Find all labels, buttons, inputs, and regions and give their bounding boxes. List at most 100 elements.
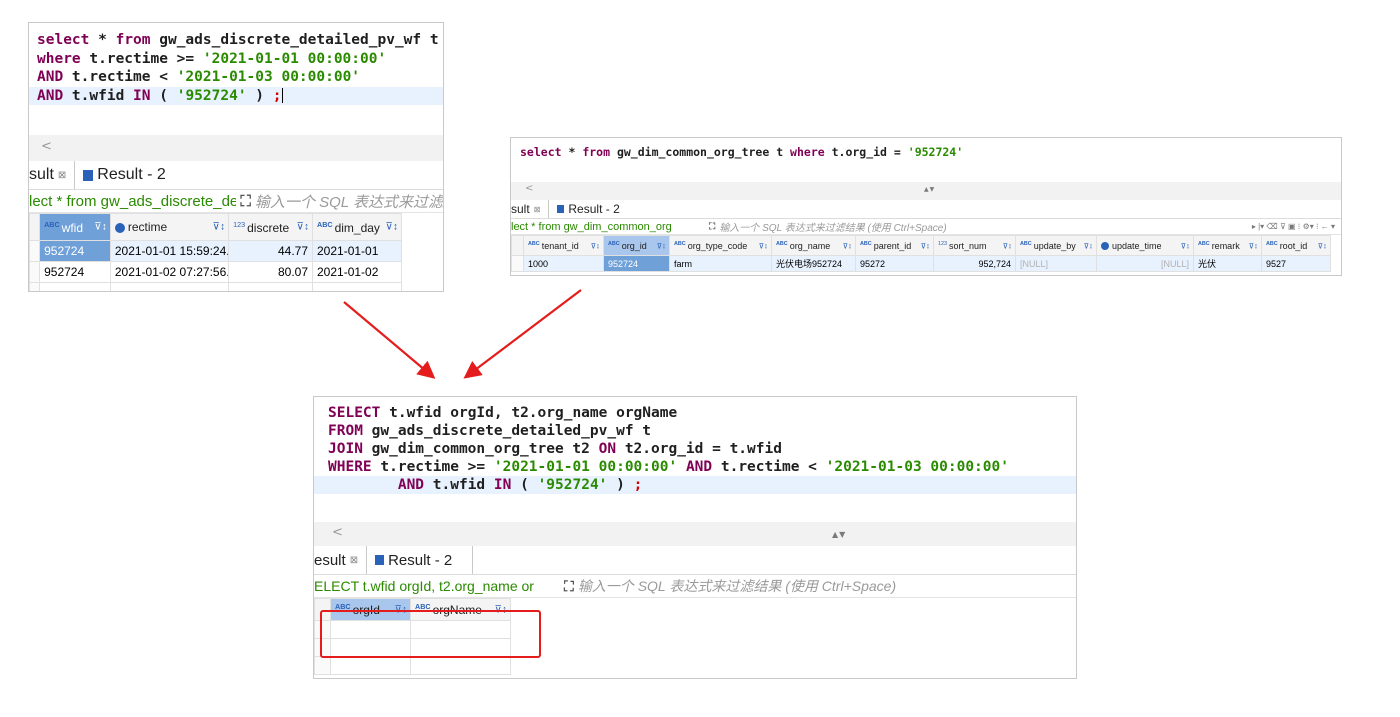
filter-sort-icon[interactable]: ⊽↕ [296,222,309,233]
clock-icon [114,222,125,233]
table-cell[interactable]: farm [669,255,772,272]
filter-bar[interactable]: lect * from gw_ads_discrete_detai ⛶ 输入一个… [29,190,443,213]
column-header-update-by[interactable]: ABC update_by ⊽↕ [1015,235,1097,256]
table-cell[interactable]: 光伏电场952724 [771,255,856,272]
table-cell[interactable]: 2021-01-02 07:27:56.0 [109,261,230,283]
filter-sort-icon[interactable]: ⊽↕ [1003,241,1012,250]
column-header-org-id[interactable]: ABC org_id ⊽↕ [603,235,670,256]
filter-sort-icon[interactable]: ⊽↕ [657,241,666,250]
sql-text: t2.org_id = t.wfid [616,441,782,457]
table-cell [109,282,230,291]
tab-result-2[interactable]: Result - 2 [367,546,474,574]
tab-result-2[interactable]: Result - 2 [549,200,627,218]
collapse-expand-icon[interactable]: ▲▼ [924,186,935,193]
sql-text: ( [511,477,538,493]
filter-sort-icon[interactable]: ⊽↕ [843,241,852,250]
table-cell[interactable]: 44.77 [228,240,313,262]
sql-keyword: AND [685,459,713,475]
table-cell[interactable]: 80.07 [228,261,313,283]
close-icon[interactable]: ⊠ [534,205,541,214]
table-cell[interactable]: [NULL] [1015,255,1097,272]
toolbar-icons[interactable]: ▸ |▾ ⌫ ⊽ ▣ ⁝ ⚙▾ ⁝ ← ▾ [1252,222,1335,231]
filter-sort-icon[interactable]: ⊽↕ [759,241,768,250]
code-line: AND t.rectime < '2021-01-03 00:00:00' [29,68,443,87]
column-header-update-time[interactable]: update_time ⊽↕ [1096,235,1194,256]
filter-sort-icon[interactable]: ⊽↕ [1318,241,1327,250]
scroll-left-icon[interactable]: < [41,139,52,154]
column-header-sort-num[interactable]: 123 sort_num ⊽↕ [933,235,1016,256]
tab-result-label: esult [314,551,346,569]
table-cell[interactable]: 952724 [39,240,111,262]
sql-panel-2: select * from gw_dim_common_org_tree t w… [510,137,1342,276]
table-row[interactable]: 952724 2021-01-01 15:59:24.0 44.77 2021-… [29,240,402,262]
column-header-root-id[interactable]: ABC root_id ⊽↕ [1261,235,1331,256]
column-header-remark[interactable]: ABC remark ⊽↕ [1193,235,1262,256]
column-header-parent-id[interactable]: ABC parent_id ⊽↕ [855,235,934,256]
filter-sort-icon[interactable]: ⊽↕ [1181,241,1190,250]
table-row-empty [314,656,511,675]
result-toolbar[interactable]: ▸ |▾ ⌫ ⊽ ▣ ⁝ ⚙▾ ⁝ ← ▾ [1252,222,1341,231]
filter-query-text: lect * from gw_dim_common_org [511,220,672,233]
table-row[interactable]: 1000 952724 farm 光伏电场952724 95272 952,72… [511,255,1331,272]
column-header-org-name[interactable]: ABC org_name ⊽↕ [771,235,856,256]
table-cell[interactable]: 2021-01-02 [312,261,402,283]
column-header-org-type-code[interactable]: ABC org_type_code ⊽↕ [669,235,772,256]
table-row[interactable]: 952724 2021-01-02 07:27:56.0 80.07 2021-… [29,261,402,283]
filter-sort-icon[interactable]: ⊽↕ [94,222,107,233]
horizontal-scrollbar[interactable]: < ▲▼ [314,522,1076,546]
filter-sort-icon[interactable]: ⊽↕ [213,222,226,233]
text-type-icon: ABC [608,240,620,247]
table-cell[interactable]: 9527 [1261,255,1331,272]
table-cell [228,282,313,291]
tab-result[interactable]: sult ⊠ [511,200,550,218]
horizontal-scrollbar[interactable]: < ▲▼ [511,182,1341,200]
text-type-icon: ABC [1020,240,1032,247]
text-type-icon: ABC [1266,240,1278,247]
expand-icon[interactable]: ⛶ [564,578,574,595]
tab-result[interactable]: esult ⊠ [314,546,368,574]
filter-sort-icon[interactable]: ⊽↕ [1249,241,1258,250]
table-cell[interactable]: 光伏 [1193,255,1262,272]
expand-icon[interactable]: ⛶ [240,193,251,210]
close-icon[interactable]: ⊠ [58,170,66,181]
filter-sort-icon[interactable]: ⊽↕ [1084,241,1093,250]
table-cell[interactable]: 952,724 [933,255,1016,272]
sql-editor-2[interactable]: select * from gw_dim_common_org_tree t w… [511,138,1341,182]
close-icon[interactable]: ⊠ [350,555,358,566]
table-cell[interactable]: 95272 [855,255,934,272]
filter-bar[interactable]: ELECT t.wfid orgId, t2.org_name or ⛶ 输入一… [314,575,1076,598]
sql-text: t.org_id = [824,145,908,159]
column-label: discrete [247,220,290,235]
sql-editor-3[interactable]: SELECT t.wfid orgId, t2.org_name orgName… [314,397,1076,522]
scroll-left-icon[interactable]: < [525,183,533,194]
table-cell[interactable]: 952724 [603,255,670,272]
tab-result[interactable]: sult ⊠ [29,161,76,189]
column-header-discrete[interactable]: 123 discrete ⊽↕ [228,213,313,241]
table-cell[interactable]: 2021-01-01 [312,240,402,262]
row-number [29,240,41,262]
tab-result-label: sult [29,166,54,183]
sql-editor-1[interactable]: select * from gw_ads_discrete_detailed_p… [29,23,443,135]
horizontal-scrollbar[interactable]: < [29,135,443,161]
table-cell[interactable]: 2021-01-01 15:59:24.0 [109,240,230,262]
column-header-dim-day[interactable]: ABC dim_day ⊽↕ [312,213,402,241]
filter-sort-icon[interactable]: ⊽↕ [921,241,930,250]
table-cell[interactable]: 952724 [39,261,111,283]
column-header-wfid[interactable]: ABC wfid ⊽↕ [39,213,111,241]
sql-keyword: ON [598,441,617,457]
tab-result-2[interactable]: Result - 2 [75,161,173,189]
filter-sort-icon[interactable]: ⊽↕ [591,241,600,250]
column-label: root_id [1279,240,1308,251]
column-header-rectime[interactable]: rectime ⊽↕ [109,213,230,241]
filter-sort-icon[interactable]: ⊽↕ [385,222,398,233]
collapse-expand-icon[interactable]: ▲▼ [832,530,846,539]
scroll-left-icon[interactable]: < [332,525,343,540]
table-cell [410,656,511,675]
code-line: WHERE t.rectime >= '2021-01-01 00:00:00'… [314,458,1076,476]
filter-bar[interactable]: lect * from gw_dim_common_org ⛶ 输入一个 SQL… [511,219,1341,235]
column-header-tenant-id[interactable]: ABC tenant_id ⊽↕ [523,235,604,256]
table-cell[interactable]: 1000 [523,255,604,272]
table-cell[interactable]: [NULL] [1096,255,1194,272]
sql-string: '2021-01-01 00:00:00' [202,50,387,67]
expand-icon[interactable]: ⛶ [709,221,715,232]
